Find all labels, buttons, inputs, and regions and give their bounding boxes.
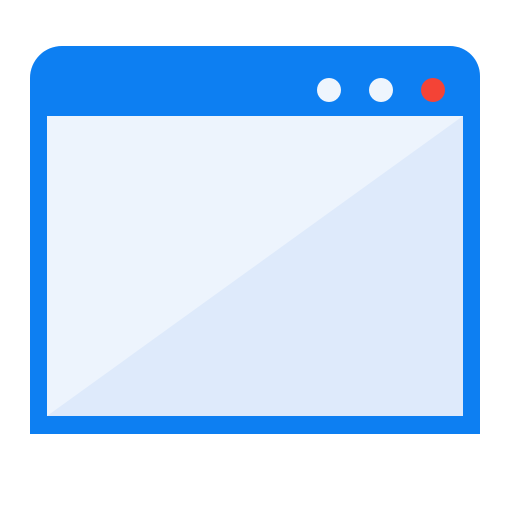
minimize-dot [317,78,341,102]
close-dot [421,78,445,102]
maximize-dot [369,78,393,102]
icon-canvas [0,0,512,512]
browser-window-icon [30,46,480,434]
